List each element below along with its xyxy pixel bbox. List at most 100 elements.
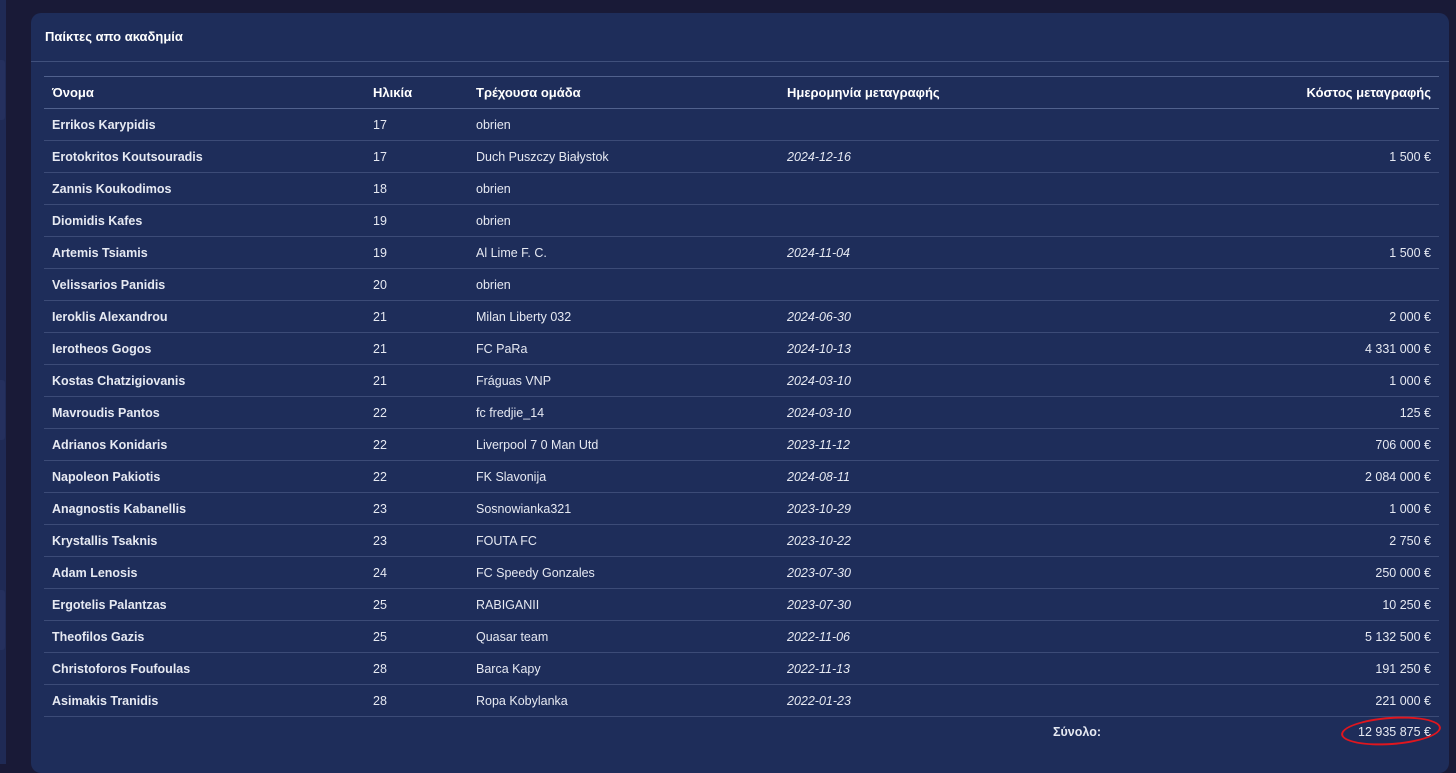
player-name[interactable]: Napoleon Pakiotis (44, 461, 365, 493)
player-name[interactable]: Ierotheos Gogos (44, 333, 365, 365)
transfer-date: 2024-03-10 (787, 373, 851, 388)
player-team: FK Slavonija (476, 469, 547, 484)
transfer-date: 2023-11-12 (787, 437, 851, 452)
table-row: Adrianos Konidaris 22 Liverpool 7 0 Man Ut… (44, 429, 1439, 461)
player-team: RABIGANII (476, 597, 540, 612)
player-team: fc fredjie_14 (476, 405, 545, 420)
transfer-date: 2024-08-11 (787, 469, 851, 484)
player-name[interactable]: Velissarios Panidis (44, 269, 365, 301)
column-header-name[interactable]: Όνομα (44, 77, 365, 109)
player-age: 17 (373, 117, 387, 132)
transfer-date (779, 269, 1109, 301)
player-age: 23 (373, 533, 387, 548)
table-row: Adam Lenosis 24 FC Speedy Gonzales 2023-07-… (44, 557, 1439, 589)
player-age: 17 (373, 149, 387, 164)
player-name[interactable]: Artemis Tsiamis (44, 237, 365, 269)
transfer-cost: 2 084 000 € (1364, 469, 1431, 484)
player-age: 22 (373, 469, 387, 484)
transfer-cost: 2 750 € (1389, 533, 1431, 548)
player-age: 22 (373, 405, 387, 420)
transfer-date: 2023-10-29 (787, 501, 851, 516)
player-name[interactable]: Errikos Karypidis (44, 109, 365, 141)
transfer-date: 2023-07-30 (787, 565, 851, 580)
player-name[interactable]: Theofilos Gazis (44, 621, 365, 653)
player-team: FOUTA FC (476, 533, 537, 548)
transfer-cost: 191 250 € (1375, 661, 1431, 676)
table-row: Erotokritos Koutsouradis 17 Duch Puszczy B… (44, 141, 1439, 173)
table-row: Ieroklis Alexandrou 21 Milan Liberty 032 20… (44, 301, 1439, 333)
transfer-cost: 221 000 € (1375, 693, 1431, 708)
player-name[interactable]: Erotokritos Koutsouradis (44, 141, 365, 173)
player-team: Fráguas VNP (476, 373, 552, 388)
table-row: Zannis Koukodimos 18 obrien (44, 173, 1439, 205)
column-header-team[interactable]: Τρέχουσα ομάδα (468, 77, 779, 109)
total-value-cell: 12 935 875 € (1109, 713, 1442, 749)
transfer-cost: 1 500 € (1389, 149, 1431, 164)
total-row: Σύνολο: 12 935 875 € (44, 713, 1442, 749)
red-highlight-circle (1340, 713, 1442, 749)
sidebar-edge-segment (0, 590, 5, 650)
player-team: obrien (476, 213, 511, 228)
transfer-date: 2022-01-23 (787, 693, 851, 708)
player-name[interactable]: Mavroudis Pantos (44, 397, 365, 429)
table-header-row: Όνομα Ηλικία Τρέχουσα ομάδα Ημερομηνία μ… (44, 76, 1439, 109)
player-age: 28 (373, 693, 387, 708)
player-name[interactable]: Christoforos Foufoulas (44, 653, 365, 685)
player-age: 21 (373, 309, 387, 324)
table-row: Anagnostis Kabanellis 23 Sosnowianka321 202… (44, 493, 1439, 525)
player-age: 21 (373, 373, 387, 388)
transfer-cost: 5 132 500 € (1364, 629, 1431, 644)
total-label: Σύνολο: (1053, 724, 1101, 739)
player-name[interactable]: Ergotelis Palantzas (44, 589, 365, 621)
academy-players-panel: Παίκτες απο ακαδημία Όνομα Ηλικία Τρέχου… (31, 13, 1449, 773)
player-age: 19 (373, 213, 387, 228)
player-name[interactable]: Adrianos Konidaris (44, 429, 365, 461)
table-row: Ergotelis Palantzas 25 RABIGANII 2023-07-30… (44, 589, 1439, 621)
transfer-cost: 2 000 € (1389, 309, 1431, 324)
column-header-transfer-date[interactable]: Ημερομηνία μεταγραφής (779, 77, 1109, 109)
table-row: Ierotheos Gogos 21 FC PaRa 2024-10-13 4 331 … (44, 333, 1439, 365)
player-name[interactable]: Krystallis Tsaknis (44, 525, 365, 557)
player-name[interactable]: Ieroklis Alexandrou (44, 301, 365, 333)
player-age: 21 (373, 341, 387, 356)
transfer-cost: 706 000 € (1375, 437, 1431, 452)
transfer-cost: 1 000 € (1389, 373, 1431, 388)
player-team: Al Lime F. C. (476, 245, 547, 260)
column-header-age[interactable]: Ηλικία (365, 77, 468, 109)
table-row: Mavroudis Pantos 22 fc fredjie_14 2024-03-1… (44, 397, 1439, 429)
player-age: 25 (373, 597, 387, 612)
player-age: 18 (373, 181, 387, 196)
panel-title: Παίκτες απο ακαδημία (45, 29, 183, 44)
player-team: obrien (476, 277, 511, 292)
table-row: Artemis Tsiamis 19 Al Lime F. C. 2024-11-04… (44, 237, 1439, 269)
transfer-cost: 1 000 € (1389, 501, 1431, 516)
player-age: 20 (373, 277, 387, 292)
player-age: 28 (373, 661, 387, 676)
player-age: 25 (373, 629, 387, 644)
player-name[interactable]: Asimakis Tranidis (44, 685, 365, 717)
player-name[interactable]: Kostas Chatzigiovanis (44, 365, 365, 397)
transfer-date: 2022-11-13 (787, 661, 851, 676)
transfer-date: 2023-07-30 (787, 597, 851, 612)
table-row: Kostas Chatzigiovanis 21 Fráguas VNP 2024-0… (44, 365, 1439, 397)
player-team: Liverpool 7 0 Man Utd (476, 437, 599, 452)
transfer-cost: 125 € (1399, 405, 1431, 420)
column-header-transfer-cost[interactable]: Κόστος μεταγραφής (1109, 77, 1439, 109)
player-name[interactable]: Diomidis Kafes (44, 205, 365, 237)
table-row: Diomidis Kafes 19 obrien (44, 205, 1439, 237)
player-name[interactable]: Adam Lenosis (44, 557, 365, 589)
transfer-cost (1109, 269, 1439, 301)
player-name[interactable]: Anagnostis Kabanellis (44, 493, 365, 525)
academy-players-table: Όνομα Ηλικία Τρέχουσα ομάδα Ημερομηνία μ… (44, 76, 1442, 749)
sidebar-edge-segment (0, 60, 5, 120)
transfer-cost: 10 250 € (1382, 597, 1431, 612)
transfer-date (779, 173, 1109, 205)
player-team: obrien (476, 117, 511, 132)
transfer-cost: 250 000 € (1375, 565, 1431, 580)
sidebar-edge (0, 0, 6, 764)
player-team: Ropa Kobylanka (476, 693, 568, 708)
transfer-date: 2022-11-06 (787, 629, 851, 644)
player-name[interactable]: Zannis Koukodimos (44, 173, 365, 205)
sidebar-edge-segment (0, 380, 5, 440)
player-team: Quasar team (476, 629, 549, 644)
